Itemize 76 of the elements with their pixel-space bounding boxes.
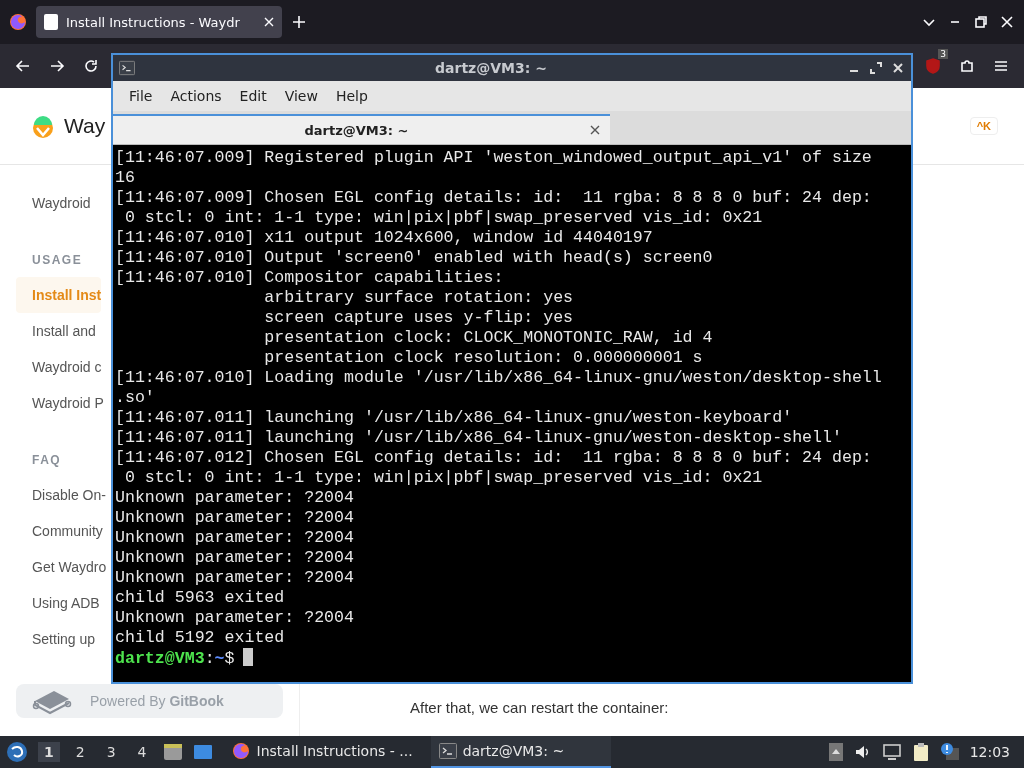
terminal-line: Unknown parameter: ?2004 <box>115 568 355 588</box>
terminal-line: child 5963 exited <box>115 588 286 608</box>
terminal-icon <box>119 60 135 76</box>
terminal-line: 0 stcl: 0 int: 1-1 type: win|pix|pbf|swap_preserved vis_id: 0x21 <box>123 208 764 228</box>
maximize-icon[interactable] <box>869 61 883 75</box>
terminal-line: .so' <box>115 388 156 408</box>
body-text: After that, we can restart the container: <box>410 699 669 716</box>
terminal-line: Unknown parameter: ?2004 <box>115 528 355 548</box>
sidebar-heading: FAQ <box>32 453 62 467</box>
close-icon[interactable] <box>891 61 905 75</box>
new-tab-icon[interactable] <box>290 13 308 31</box>
menu-item[interactable]: Help <box>327 86 376 106</box>
shell-prompt[interactable]: dartz@VM3:~$ <box>115 648 909 669</box>
terminal-line: 16 <box>115 168 136 188</box>
browser-tab[interactable]: Install Instructions - Waydr <box>36 6 282 38</box>
terminal-tab[interactable]: dartz@VM3: ~ <box>113 114 610 144</box>
menu-item[interactable]: Edit <box>231 86 275 106</box>
restore-icon[interactable] <box>972 13 990 31</box>
menu-item[interactable]: Actions <box>162 86 230 106</box>
close-tab-icon[interactable] <box>590 125 600 135</box>
notification-icon[interactable] <box>939 742 960 762</box>
terminal-line: [11:46:07.010] Loading module '/usr/lib/x86_64-linux-gnu/weston/desktop-shell <box>115 368 883 388</box>
network-icon[interactable] <box>881 743 902 761</box>
sidebar-item[interactable]: Using ADB <box>16 585 100 621</box>
terminal-line: arbitrary surface rotation: yes <box>263 288 575 308</box>
workspace-button[interactable]: 1 <box>38 742 60 762</box>
sidebar-item[interactable]: Waydroid P <box>16 385 104 421</box>
sidebar-heading: USAGE <box>32 253 83 267</box>
sidebar-item[interactable]: Waydroid <box>16 185 91 221</box>
terminal-icon <box>438 742 457 760</box>
terminal-line: presentation clock: CLOCK_MONOTONIC_RAW, id 4 <box>263 328 714 348</box>
taskbar-task[interactable]: Install Instructions - ... <box>222 736 421 768</box>
terminal-line: presentation clock resolution: 0.000000001 s <box>263 348 704 368</box>
clipboard-icon[interactable] <box>911 742 930 762</box>
sidebar-item[interactable]: Get Waydro <box>16 549 107 585</box>
terminal-line: [11:46:07.010] x11 output 1024x600, window id 44040197 <box>115 228 654 248</box>
terminal-line: Unknown parameter: ?2004 <box>115 608 355 628</box>
terminal-line: [11:46:07.009] Registered plugin API 'weston_windowed_output_api_v1' of size <box>115 148 873 168</box>
terminal-line: [11:46:07.010] Compositor capabilities: <box>115 268 505 288</box>
taskbar-task[interactable]: dartz@VM3: ~ <box>430 736 611 768</box>
tray-expand-icon[interactable] <box>827 742 844 762</box>
logo-icon <box>30 113 56 139</box>
puzzle-icon[interactable] <box>958 57 976 75</box>
reload-icon[interactable] <box>82 57 100 75</box>
terminal-line: [11:46:07.009] Chosen EGL config details: id: 11 rgba: 8 8 8 0 buf: 24 dep: <box>115 188 873 208</box>
terminal-line: Unknown parameter: ?2004 <box>115 488 355 508</box>
terminal-line: 0 stcl: 0 int: 1-1 type: win|pix|pbf|swap_preserved vis_id: 0x21 <box>123 468 764 488</box>
extension-badge: 3 <box>938 49 948 59</box>
workspace-button[interactable]: 4 <box>131 742 153 762</box>
file-manager-icon[interactable] <box>162 743 183 761</box>
sidebar-item[interactable]: Disable On- <box>16 477 106 513</box>
menu-item[interactable]: File <box>121 86 161 106</box>
sidebar-item[interactable]: Setting up <box>16 621 96 657</box>
sidebar-item[interactable]: Install and <box>16 313 96 349</box>
desktop-icon[interactable] <box>192 743 213 761</box>
terminal-line: child 5192 exited <box>115 628 286 648</box>
terminal-line: [11:46:07.010] Output 'screen0' enabled with head(s) screen0 <box>115 248 714 268</box>
clock[interactable]: 12:03 <box>969 744 1018 760</box>
window-title: dartz@VM3: ~ <box>434 60 548 76</box>
terminal-line: [11:46:07.012] Chosen EGL config details: id: 11 rgba: 8 8 8 0 buf: 24 dep: <box>115 448 873 468</box>
workspace-button[interactable]: 2 <box>69 742 91 762</box>
terminal-line: Unknown parameter: ?2004 <box>115 508 355 528</box>
terminal-line: screen capture uses y-flip: yes <box>263 308 575 328</box>
terminal-line: Unknown parameter: ?2004 <box>115 548 355 568</box>
browser-icon[interactable] <box>8 12 28 32</box>
site-logo-text[interactable]: Way <box>64 114 106 138</box>
sidebar-item[interactable]: Community <box>16 513 103 549</box>
powered-by-text: Powered By GitBook <box>90 693 224 709</box>
terminal-line: [11:46:07.011] launching '/usr/lib/x86_64-linux-gnu/weston-keyboard' <box>115 408 794 428</box>
search-shortcut: ^K <box>969 117 998 135</box>
firefox-icon[interactable] <box>230 741 251 761</box>
workspace-button[interactable]: 3 <box>100 742 122 762</box>
menu-item[interactable]: View <box>276 86 326 106</box>
terminal-line: [11:46:07.011] launching '/usr/lib/x86_64-linux-gnu/weston-desktop-shell' <box>115 428 843 448</box>
app-menu-icon[interactable] <box>6 741 28 763</box>
sidebar-item[interactable]: Waydroid c <box>16 349 102 385</box>
